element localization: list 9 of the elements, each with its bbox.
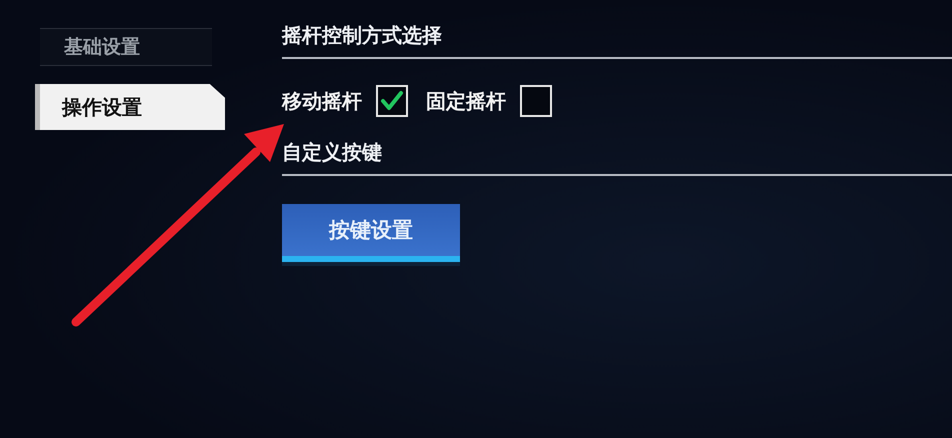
checkbox[interactable]: [376, 85, 408, 117]
sidebar-tab[interactable]: 基础设置: [40, 28, 212, 66]
checkmark-icon: [380, 89, 404, 113]
sidebar-tab[interactable]: 操作设置: [35, 84, 225, 130]
option-label: 固定摇杆: [426, 88, 506, 114]
checkbox[interactable]: [520, 85, 552, 117]
section-title: 摇杆控制方式选择: [282, 22, 443, 49]
section-title: 自定义按键: [282, 139, 383, 166]
option-label: 移动摇杆: [282, 88, 362, 114]
